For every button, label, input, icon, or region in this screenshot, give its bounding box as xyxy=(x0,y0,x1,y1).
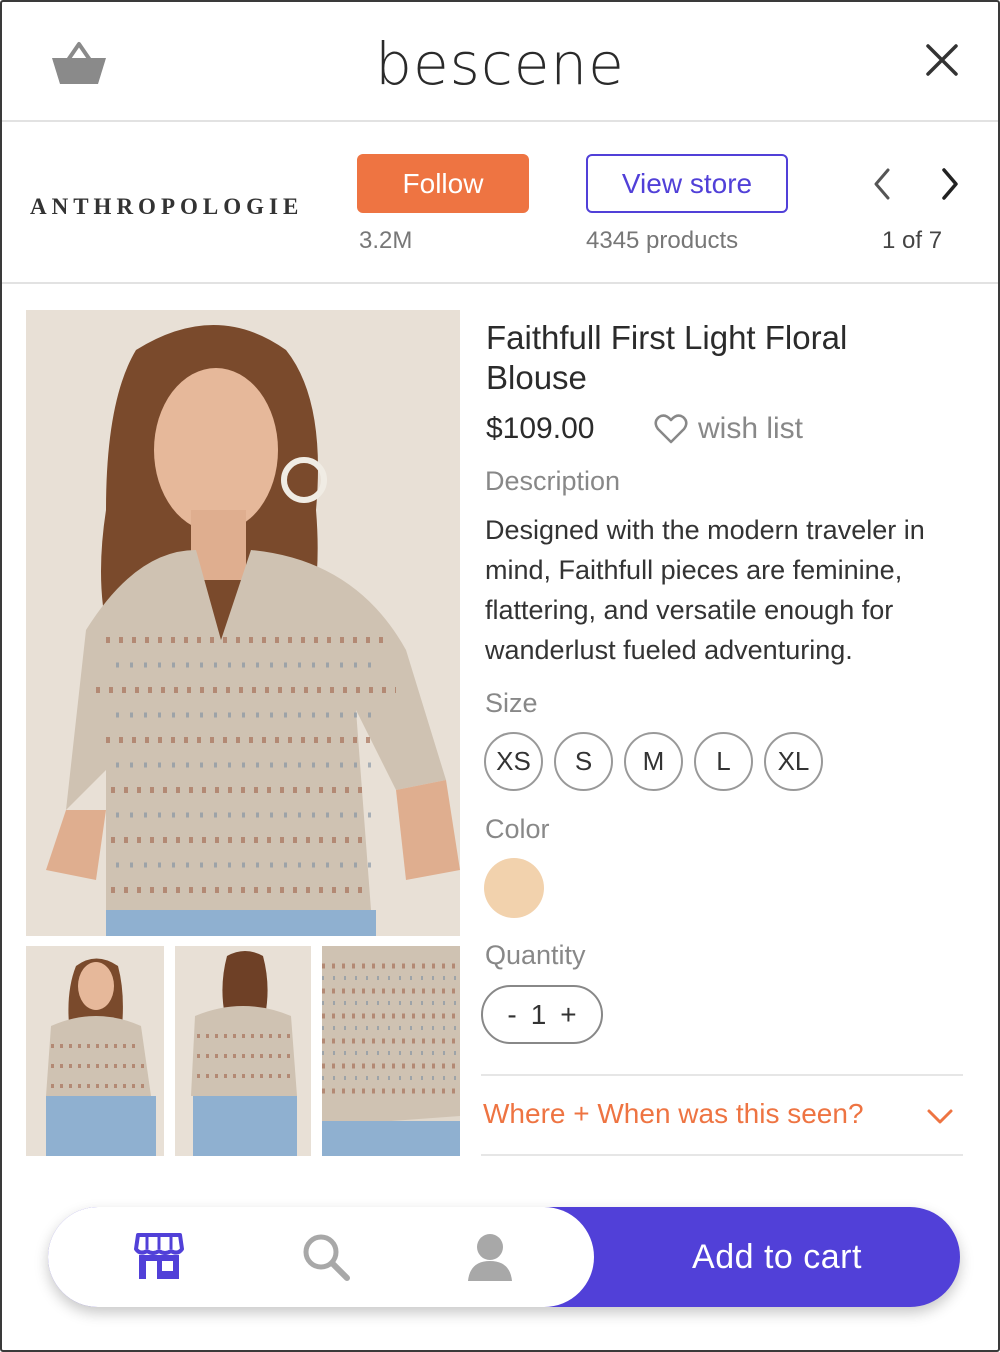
header: bescene xyxy=(2,2,998,122)
size-option-s[interactable]: S xyxy=(554,732,613,791)
product-main-image[interactable] xyxy=(26,310,460,936)
pager-indicator: 1 of 7 xyxy=(882,227,943,254)
quantity-decrement-button[interactable]: - xyxy=(507,999,516,1031)
size-option-m[interactable]: M xyxy=(624,732,683,791)
size-option-l[interactable]: L xyxy=(694,732,753,791)
view-store-button[interactable]: View store xyxy=(586,154,788,213)
chevron-left-icon[interactable] xyxy=(864,164,900,204)
follow-button[interactable]: Follow xyxy=(357,154,529,213)
wish-list-button[interactable]: wish list xyxy=(654,412,803,446)
product-thumbnail[interactable] xyxy=(175,946,311,1156)
size-label: Size xyxy=(485,688,538,718)
add-to-cart-button[interactable]: Add to cart xyxy=(594,1207,960,1307)
quantity-value: 1 xyxy=(530,998,547,1030)
size-options: XS S M L XL xyxy=(484,732,823,791)
color-swatch[interactable] xyxy=(484,858,544,918)
where-when-label: Where + When was this seen? xyxy=(483,1098,864,1129)
chevron-right-icon[interactable] xyxy=(932,164,968,204)
color-label: Color xyxy=(485,814,550,844)
size-option-xs[interactable]: XS xyxy=(484,732,543,791)
chevron-down-icon xyxy=(927,1109,953,1124)
product-thumbnail[interactable] xyxy=(26,946,164,1156)
close-icon[interactable] xyxy=(922,40,962,80)
product-count: 4345 products xyxy=(586,227,739,254)
quantity-label: Quantity xyxy=(485,940,586,970)
quantity-increment-button[interactable]: + xyxy=(560,999,576,1031)
quantity-stepper: - 1 + xyxy=(481,985,603,1044)
product-thumbnail[interactable] xyxy=(322,946,460,1156)
description-label: Description xyxy=(485,466,621,496)
profile-icon[interactable] xyxy=(466,1231,514,1283)
app-logo: bescene xyxy=(375,30,625,98)
where-when-accordion[interactable]: Where + When was this seen? xyxy=(481,1074,963,1156)
app-window: bescene ANTHROPOLOGIE Follow 3.2M View s… xyxy=(0,0,1000,1352)
product-title: Faithfull First Light Floral Blouse xyxy=(486,319,848,396)
size-option-xl[interactable]: XL xyxy=(764,732,823,791)
nav-icons-group xyxy=(48,1207,594,1307)
product-price: $109.00 xyxy=(486,412,595,445)
brand-name[interactable]: ANTHROPOLOGIE xyxy=(30,194,303,220)
follower-count: 3.2M xyxy=(359,227,413,254)
product-description: Designed with the modern traveler in min… xyxy=(485,515,925,665)
store-icon[interactable] xyxy=(134,1231,184,1283)
heart-icon xyxy=(654,414,688,444)
wish-list-label: wish list xyxy=(698,412,804,445)
bottom-nav: Add to cart xyxy=(48,1207,960,1307)
store-bar: ANTHROPOLOGIE Follow 3.2M View store 434… xyxy=(2,122,998,284)
search-icon[interactable] xyxy=(300,1231,352,1283)
